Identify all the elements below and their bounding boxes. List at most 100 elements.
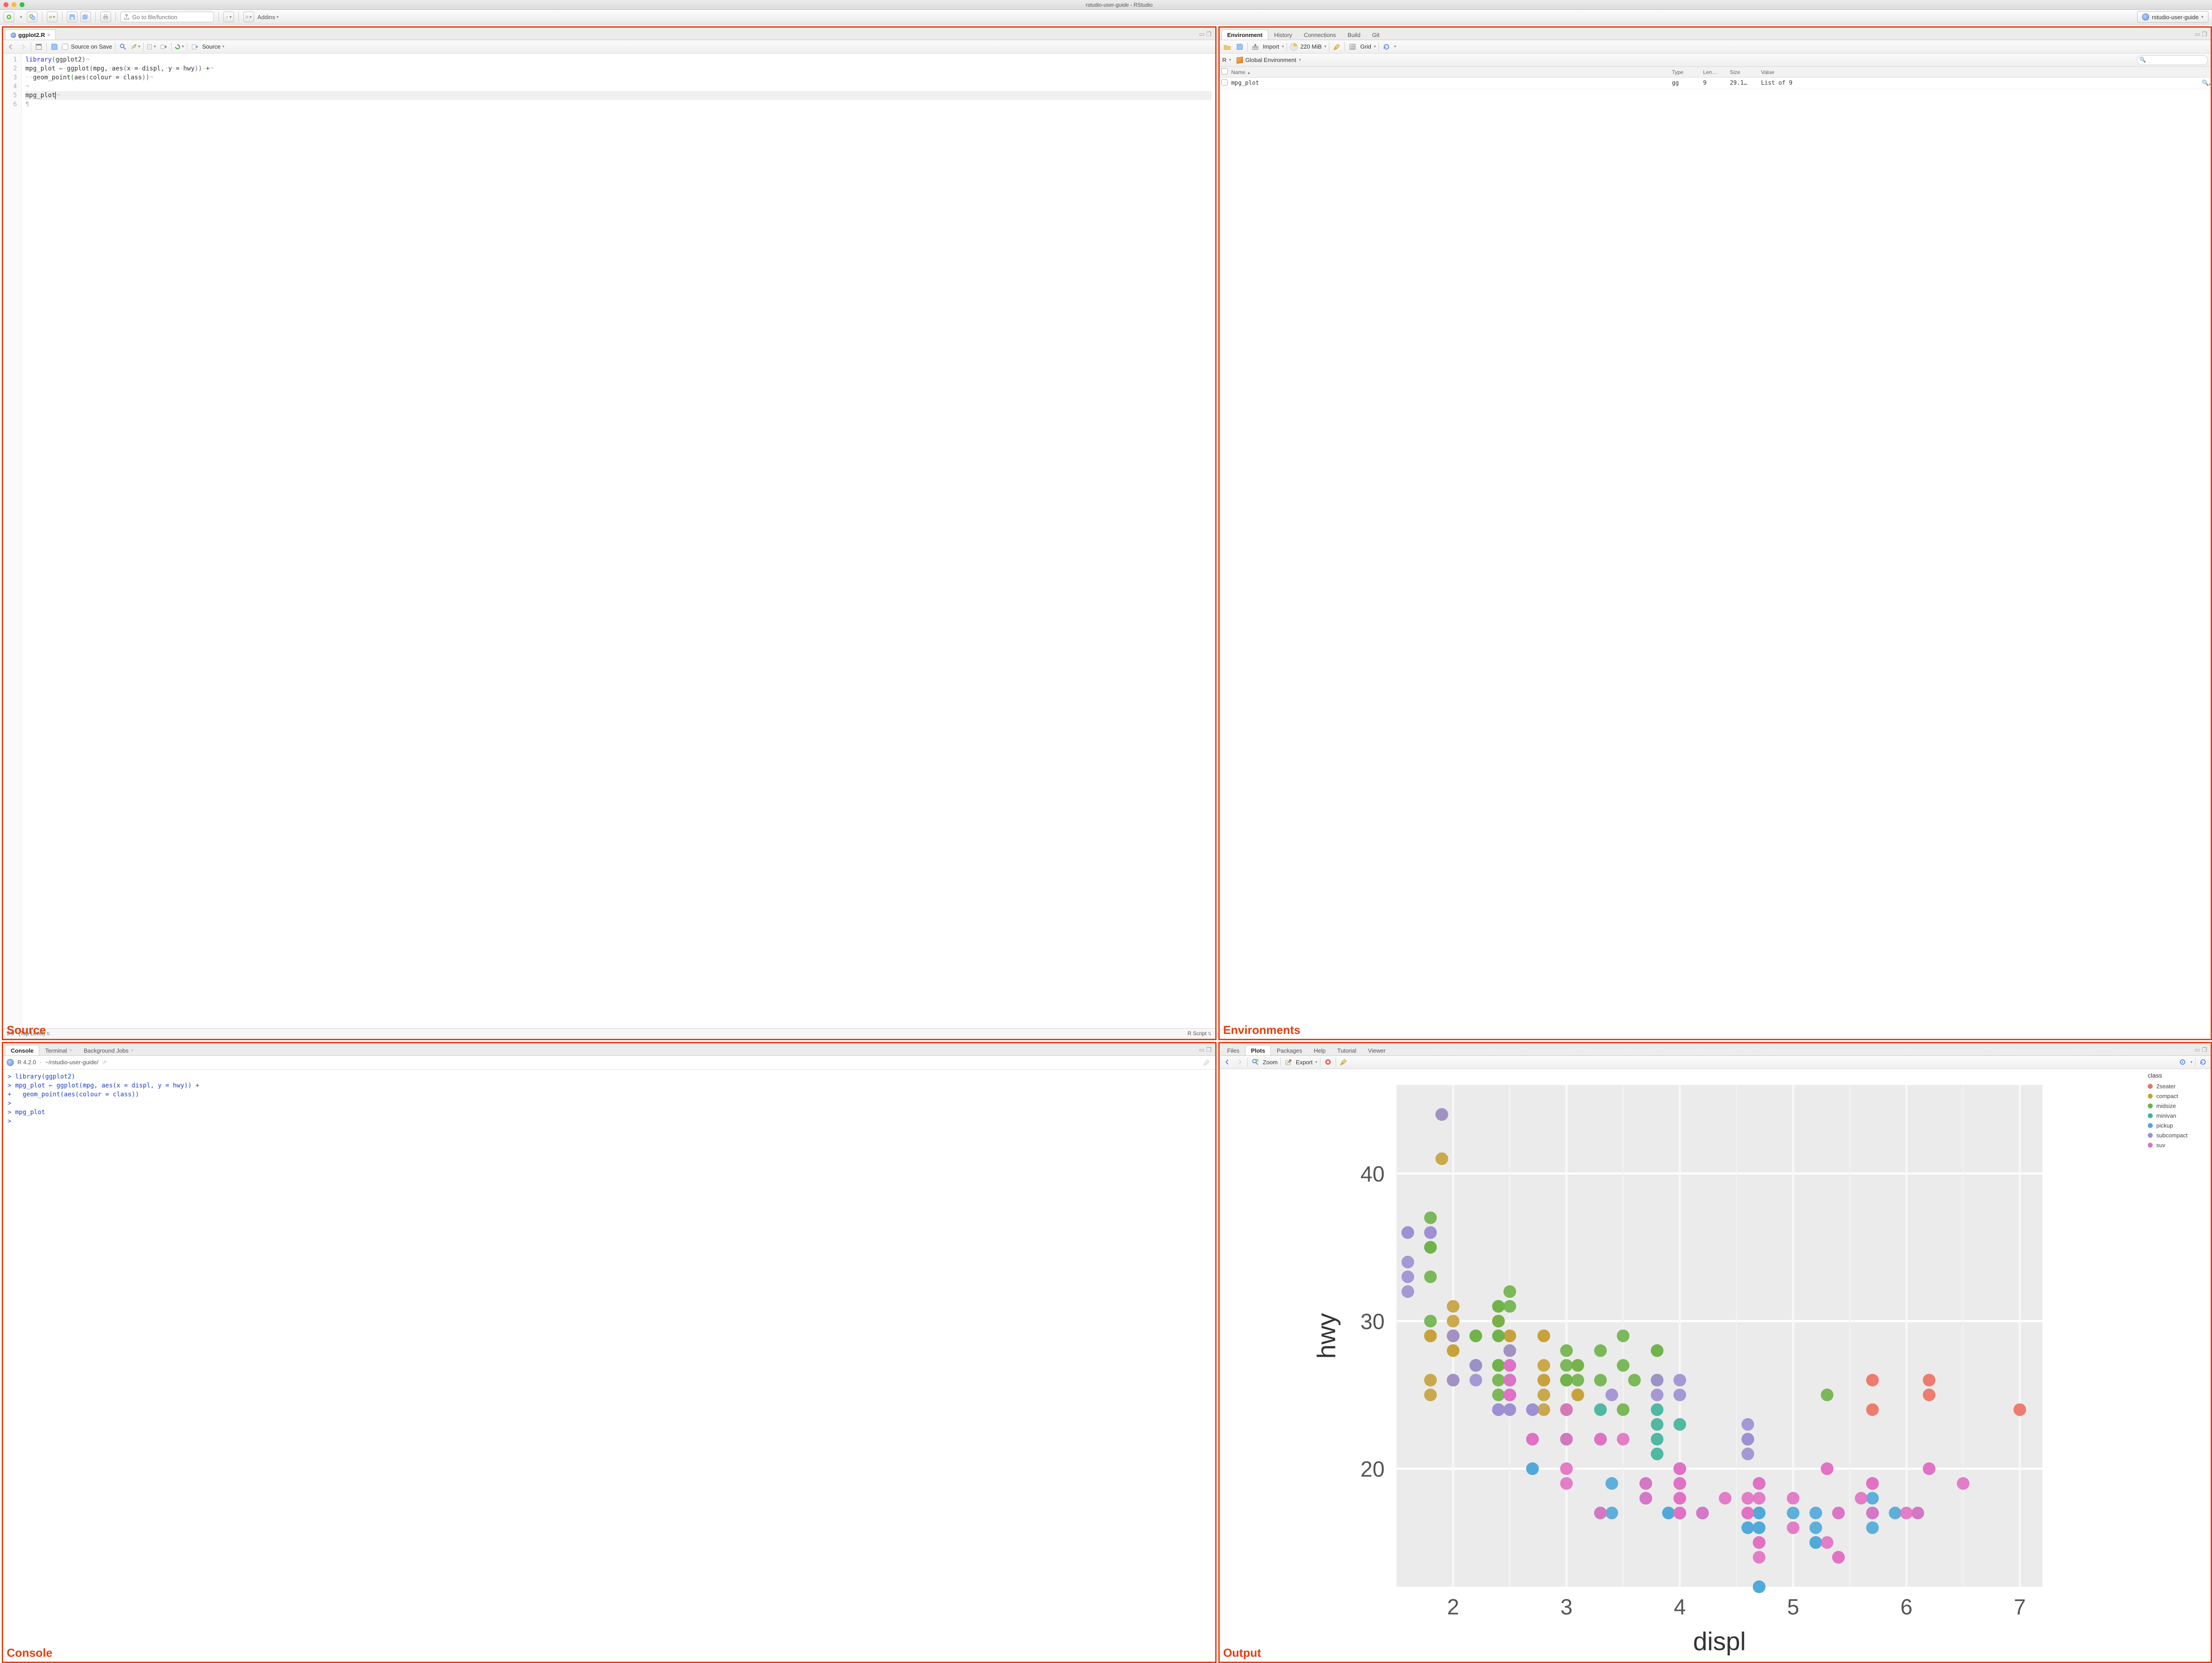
tab-console[interactable]: Console [5,1045,39,1055]
print-button[interactable] [100,12,111,22]
tab-connections[interactable]: Connections [1298,29,1342,40]
tab-background-jobs[interactable]: Background Jobs× [78,1045,140,1055]
code-area[interactable]: library(ggplot2)¬ mpg_plot ←·ggplot(mpg,… [22,54,1215,1028]
tab-history[interactable]: History [1268,29,1298,40]
chevron-down-icon: ▾ [2201,15,2204,20]
zoom-button[interactable]: Zoom [1263,1059,1278,1066]
maximize-pane-icon[interactable]: ❐ [2202,1046,2207,1054]
plot-legend: class 2seatercompactmidsizeminivanpickup… [2146,1069,2211,1662]
new-project-button[interactable] [27,12,37,22]
close-tab-icon[interactable]: × [131,1048,133,1053]
tab-files[interactable]: Files [1221,1045,1245,1055]
show-in-new-window-icon[interactable] [34,42,44,52]
refresh-icon[interactable] [1381,42,1391,52]
select-all-checkbox[interactable] [1221,68,1228,74]
export-button[interactable]: Export [1296,1059,1313,1066]
save-button[interactable] [67,12,78,22]
remove-plot-icon[interactable] [1323,1057,1333,1067]
r-logo-icon [2142,13,2149,21]
env-search[interactable]: 🔍 [2137,55,2208,65]
working-dir[interactable]: ~/rstudio-user-guide/ [45,1059,99,1066]
new-file-button[interactable] [4,12,14,22]
inspect-icon[interactable]: 🔍 [2202,80,2211,86]
source-tab-ggplot2[interactable]: ggplot2.R × [5,29,56,40]
legend-item-pickup: pickup [2148,1121,2209,1131]
minimize-pane-icon[interactable]: ▭ [2195,1046,2200,1054]
tab-build[interactable]: Build [1342,29,1366,40]
tab-tutorial[interactable]: Tutorial [1332,1045,1362,1055]
source-icon[interactable] [190,42,200,52]
cursor-pos: 5:9 [7,1030,14,1037]
code-tools-icon[interactable] [131,42,140,52]
goto-input[interactable] [120,12,214,22]
r-logo-icon [7,1059,14,1066]
goto-file-field[interactable] [120,12,214,22]
save-all-button[interactable] [80,12,91,22]
open-file-button[interactable] [47,12,58,22]
clear-plots-icon[interactable] [1339,1057,1349,1067]
scope-selector[interactable]: (Top Level) [19,1030,50,1037]
broom-icon[interactable] [1332,42,1342,52]
forward-icon[interactable] [18,42,28,52]
tab-help[interactable]: Help [1308,1045,1332,1055]
refresh-plot-icon[interactable] [2198,1057,2208,1067]
import-button[interactable]: Import [1263,43,1279,50]
minimize-window-icon[interactable] [12,2,16,7]
memory-label[interactable]: 220 MiB [1300,43,1322,50]
lang-selector[interactable]: R Script [1188,1030,1212,1037]
knit-button[interactable] [223,12,234,22]
maximize-pane-icon[interactable]: ❐ [1206,31,1212,38]
notebook-icon[interactable] [146,42,156,52]
tab-environment[interactable]: Environment [1221,29,1268,40]
env-scope[interactable]: Global Environment [1246,57,1296,63]
source-on-save-checkbox[interactable] [62,44,68,50]
env-row-mpg_plot[interactable]: mpg_plot gg 9 29.1… List of 9 🔍 [1220,78,2211,89]
project-menu[interactable]: rstudio-user-guide ▾ [2137,11,2208,23]
svg-text:40: 40 [1360,1162,1384,1186]
env-scope-bar: R▾ Global Environment▾ 🔍 [1220,54,2211,67]
minimize-pane-icon[interactable]: ▭ [1199,31,1205,38]
r-version: R 4.2.0 [17,1059,36,1066]
new-file-drop-icon[interactable] [17,12,24,22]
r-file-icon [11,33,16,38]
row-checkbox[interactable] [1221,79,1228,86]
scatter-plot: 234567203040displhwy [1220,1069,2146,1662]
prev-plot-icon[interactable] [1222,1057,1232,1067]
broom-icon[interactable] [1202,1058,1212,1067]
minimize-pane-icon[interactable]: ▭ [1199,1046,1205,1054]
tab-terminal[interactable]: Terminal× [39,1045,78,1055]
close-tab-icon[interactable]: × [69,1048,72,1053]
maximize-pane-icon[interactable]: ❐ [1206,1046,1212,1054]
tab-packages[interactable]: Packages [1271,1045,1308,1055]
close-window-icon[interactable] [4,2,8,7]
addins-button[interactable]: Addins [257,12,280,22]
share-icon[interactable]: ⇗ [102,1059,107,1066]
console-output[interactable]: > library(ggplot2) > mpg_plot ← ggplot(m… [3,1070,1215,1662]
save-workspace-icon[interactable] [1235,42,1245,52]
grid-button[interactable]: Grid [1360,43,1371,50]
window-title: rstudio-user-guide - RStudio [30,2,2208,8]
next-plot-icon[interactable] [1235,1057,1245,1067]
tab-git[interactable]: Git [1366,29,1386,40]
save-file-icon[interactable] [49,42,59,52]
find-icon[interactable] [118,42,128,52]
back-icon[interactable] [6,42,16,52]
tab-plots[interactable]: Plots [1245,1045,1271,1055]
maximize-pane-icon[interactable]: ❐ [2202,31,2207,38]
run-icon[interactable] [159,42,169,52]
legend-item-2seater: 2seater [2148,1082,2209,1091]
publish-icon[interactable] [2178,1057,2187,1067]
source-drop-icon[interactable]: ▾ [222,44,225,49]
tab-viewer[interactable]: Viewer [1362,1045,1392,1055]
grid-tool-button[interactable] [243,12,254,22]
source-button-label[interactable]: Source [202,43,221,50]
code-editor[interactable]: 123456 library(ggplot2)¬ mpg_plot ←·ggpl… [3,54,1215,1028]
maximize-window-icon[interactable] [20,2,25,7]
close-tab-icon[interactable]: × [47,33,50,38]
load-workspace-icon[interactable] [1222,42,1232,52]
svg-text:displ: displ [1693,1627,1746,1655]
env-search-input[interactable] [2137,55,2208,65]
env-lang[interactable]: R [1222,57,1226,63]
minimize-pane-icon[interactable]: ▭ [2195,31,2200,38]
rerun-icon[interactable] [174,42,184,52]
